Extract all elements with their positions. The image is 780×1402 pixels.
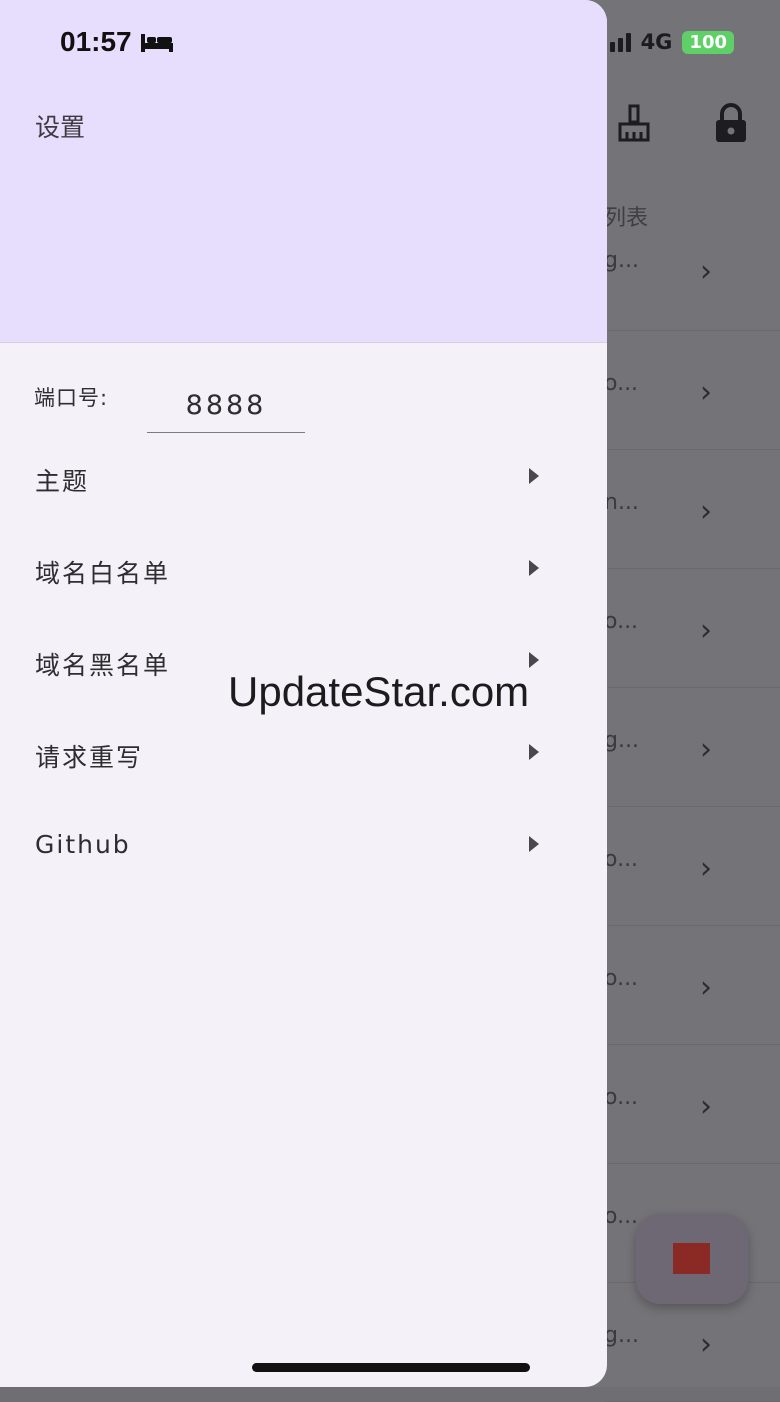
chevron-right-icon: › bbox=[700, 1327, 712, 1362]
chevron-right-icon: › bbox=[700, 494, 712, 529]
arrow-right-icon bbox=[529, 744, 539, 760]
list-row[interactable]: o... › bbox=[604, 926, 780, 1045]
arrow-right-icon bbox=[529, 652, 539, 668]
menu-item-theme[interactable]: 主题 bbox=[0, 446, 607, 516]
menu-item-label: 请求重写 bbox=[35, 743, 144, 772]
row-text: o... bbox=[604, 966, 639, 991]
chevron-right-icon: › bbox=[700, 254, 712, 289]
port-setting: 端口号: bbox=[34, 378, 574, 438]
status-bar-right: 4G 100 bbox=[601, 30, 734, 54]
status-time: 01:57 bbox=[60, 26, 174, 58]
menu-item-domain-whitelist[interactable]: 域名白名单 bbox=[0, 538, 607, 608]
list-row[interactable]: n... › bbox=[604, 450, 780, 569]
list-row[interactable]: g... › bbox=[604, 688, 780, 807]
row-text: g... bbox=[604, 1323, 639, 1348]
port-input[interactable] bbox=[147, 378, 305, 433]
row-text: o... bbox=[604, 847, 639, 872]
menu-item-label: Github bbox=[35, 830, 131, 859]
chevron-right-icon: › bbox=[700, 970, 712, 1005]
drawer-header: 01:57 设置 bbox=[0, 0, 607, 343]
menu-item-label: 域名白名单 bbox=[35, 559, 171, 588]
menu-item-github[interactable]: Github bbox=[0, 814, 607, 884]
menu-item-label: 主题 bbox=[35, 467, 90, 496]
bed-icon bbox=[140, 34, 173, 52]
drawer-title: 设置 bbox=[35, 113, 86, 142]
chevron-right-icon: › bbox=[700, 851, 712, 886]
home-indicator[interactable] bbox=[252, 1363, 530, 1372]
row-text: g... bbox=[604, 248, 639, 273]
row-text: o... bbox=[604, 1085, 639, 1110]
lock-icon[interactable] bbox=[709, 102, 753, 146]
list-row[interactable]: o... › bbox=[604, 569, 780, 688]
menu-item-label: 域名黑名单 bbox=[35, 651, 171, 680]
chevron-right-icon: › bbox=[700, 375, 712, 410]
row-text: n... bbox=[604, 490, 639, 515]
list-row[interactable]: o... › bbox=[604, 1045, 780, 1164]
chevron-right-icon: › bbox=[700, 613, 712, 648]
stop-button[interactable] bbox=[636, 1214, 748, 1304]
broom-icon[interactable] bbox=[612, 102, 656, 146]
menu-item-request-rewrite[interactable]: 请求重写 bbox=[0, 722, 607, 792]
list-row[interactable]: g... › bbox=[604, 212, 780, 331]
arrow-right-icon bbox=[529, 560, 539, 576]
row-text: o... bbox=[604, 371, 639, 396]
battery-indicator: 100 bbox=[682, 30, 734, 54]
chevron-right-icon: › bbox=[700, 732, 712, 767]
time-text: 01:57 bbox=[60, 26, 132, 57]
chevron-right-icon: › bbox=[700, 1089, 712, 1124]
watermark: UpdateStar.com bbox=[228, 668, 530, 715]
port-label: 端口号: bbox=[34, 386, 109, 410]
row-text: o... bbox=[604, 1204, 639, 1229]
arrow-right-icon bbox=[529, 836, 539, 852]
row-text: o... bbox=[604, 609, 639, 634]
list-row[interactable]: o... › bbox=[604, 331, 780, 450]
stop-icon bbox=[673, 1243, 710, 1274]
network-type: 4G bbox=[640, 30, 673, 54]
arrow-right-icon bbox=[529, 468, 539, 484]
row-text: g... bbox=[604, 728, 639, 753]
list-row[interactable]: o... › bbox=[604, 807, 780, 926]
